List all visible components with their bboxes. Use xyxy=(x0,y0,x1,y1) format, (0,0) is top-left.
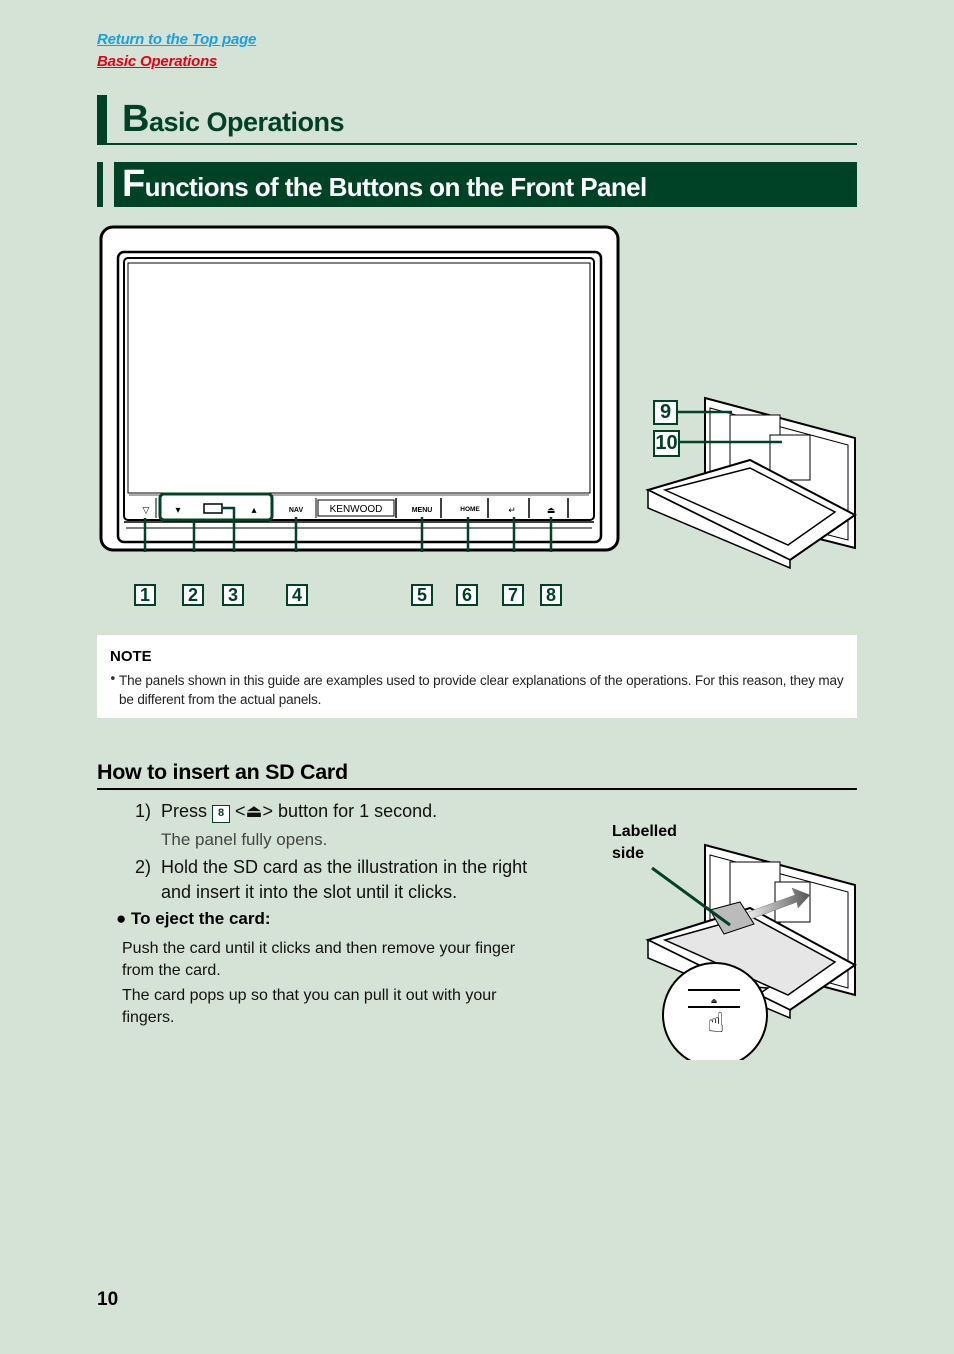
eject-bullet-icon: ● xyxy=(116,909,127,928)
note-text: The panels shown in this guide are examp… xyxy=(119,673,844,707)
callout-6: 6 xyxy=(456,584,478,606)
nav-button-label: NAV xyxy=(289,507,304,514)
callout-5: 5 xyxy=(411,584,433,606)
sd-section-rule xyxy=(97,788,857,790)
step-2-line-1: Hold the SD card as the illustration in … xyxy=(161,857,528,877)
callout-3: 3 xyxy=(222,584,244,606)
volume-up-icon: ▴ xyxy=(251,505,256,516)
step-1-subtext: The panel fully opens. xyxy=(161,830,328,849)
return-to-top-link[interactable]: Return to the Top page xyxy=(97,31,256,48)
eject-heading: ● To eject the card: xyxy=(116,909,271,929)
callout-7: 7 xyxy=(502,584,524,606)
callout-1: 1 xyxy=(134,584,156,606)
front-panel-illustration: KENWOOD ▽ ▾ ▴ NAV MENU HOME ↵ ⏏ xyxy=(99,225,620,552)
mute-button-shape xyxy=(203,503,223,514)
callout-9: 9 xyxy=(653,400,678,425)
page-title-cap: B xyxy=(122,98,149,140)
step-1-number: 1) xyxy=(135,801,152,821)
basic-operations-link[interactable]: Basic Operations xyxy=(97,53,217,70)
step-1-text: Press 8 <⏏> button for 1 second. xyxy=(161,799,437,823)
step-2-number: 2) xyxy=(135,857,152,877)
heading-accent-bar xyxy=(97,95,107,145)
brand-logo: KENWOOD xyxy=(330,504,383,515)
eject-title: To eject the card: xyxy=(131,909,271,928)
heading-rule xyxy=(97,143,857,145)
eject-para-2-line-1: The card pops up so that you can pull it… xyxy=(122,987,497,1004)
callout-2: 2 xyxy=(182,584,204,606)
device-screen xyxy=(127,262,591,494)
step-1-pre: Press xyxy=(161,801,213,821)
eject-para-1-line-2: from the card. xyxy=(122,962,221,979)
menu-button-label: MENU xyxy=(412,507,433,514)
note-bullet: • xyxy=(109,672,117,687)
section-title-cap: F xyxy=(122,163,145,205)
bubble-eject-icon: ⏏ xyxy=(711,997,718,1005)
sd-section-title: How to insert an SD Card xyxy=(97,760,348,784)
back-icon: ↵ xyxy=(508,506,516,516)
callout-10: 10 xyxy=(653,430,680,457)
page-title: Basic Operations xyxy=(122,98,345,141)
page-title-rest: asic Operations xyxy=(148,107,345,137)
eject-icon: ⏏ xyxy=(547,506,556,516)
step-1-post: <⏏> button for 1 second. xyxy=(230,801,438,821)
note-title: NOTE xyxy=(110,648,152,665)
section-title-rest: unctions of the Buttons on the Front Pan… xyxy=(144,172,648,202)
callout-4: 4 xyxy=(286,584,308,606)
triangle-icon: ▽ xyxy=(143,506,150,516)
section-title: Functions of the Buttons on the Front Pa… xyxy=(122,163,647,206)
step-1-ref-badge: 8 xyxy=(212,805,231,823)
eject-para-1-line-1: Push the card until it clicks and then r… xyxy=(122,940,516,957)
home-button-label: HOME xyxy=(460,506,480,513)
section-accent-bar xyxy=(97,162,103,207)
eject-para-2-line-2: fingers. xyxy=(122,1009,175,1026)
sd-card-illustration: ⏏ ☝ xyxy=(645,843,857,1060)
page-number: 10 xyxy=(97,1289,119,1310)
step-2-line-2: and insert it into the slot until it cli… xyxy=(161,882,458,902)
pointing-finger-icon: ☝ xyxy=(707,1006,724,1039)
volume-down-icon: ▾ xyxy=(175,505,180,516)
callout-8: 8 xyxy=(540,584,562,606)
